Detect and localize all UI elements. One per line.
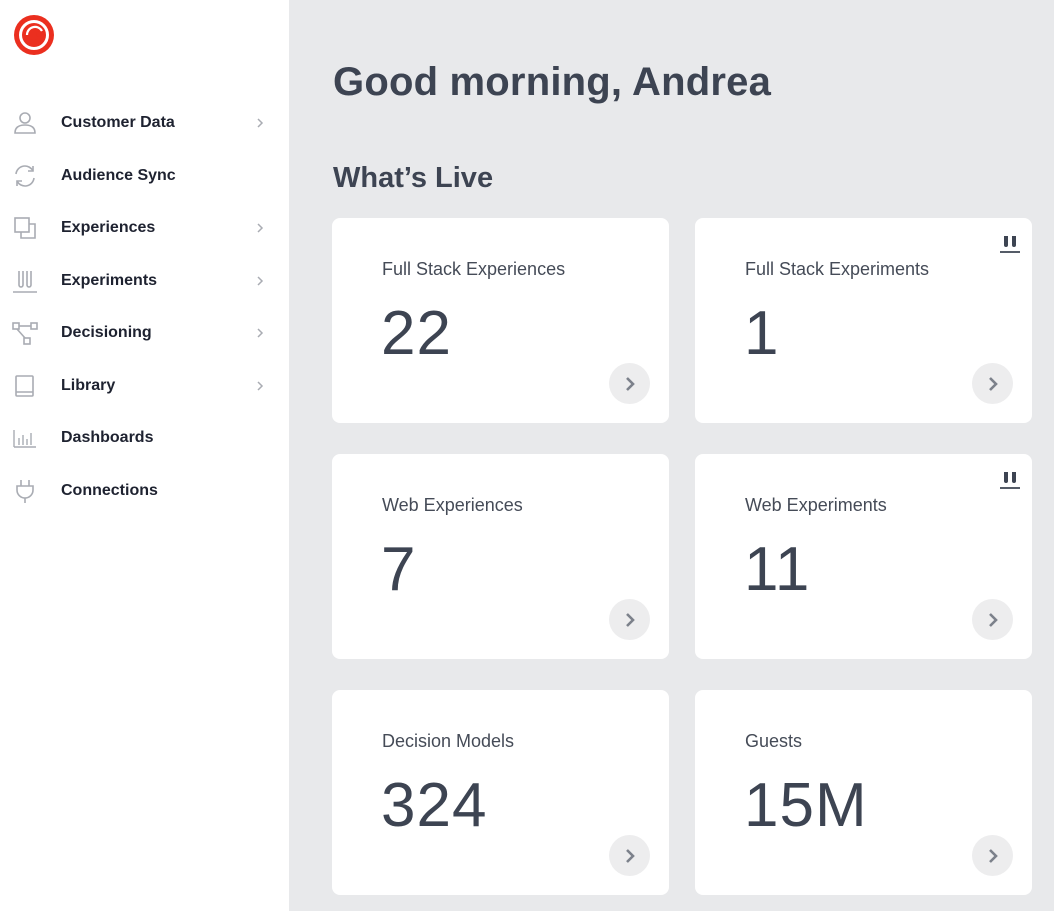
- card-arrow-button[interactable]: [609, 363, 650, 404]
- card-label: Web Experiments: [745, 495, 887, 515]
- sidebar-nav: Customer Data Audience Sync Experiences …: [0, 97, 289, 517]
- card-arrow-button[interactable]: [609, 599, 650, 640]
- card-decision-models[interactable]: Decision Models 324: [332, 690, 669, 895]
- sidebar-item-audience-sync[interactable]: Audience Sync: [0, 150, 289, 203]
- sidebar-item-label: Customer Data: [61, 114, 175, 132]
- chevron-right-icon: [988, 848, 998, 863]
- sidebar-item-label: Experiences: [61, 219, 156, 237]
- sidebar-item-customer-data[interactable]: Customer Data: [0, 97, 289, 150]
- card-arrow-button[interactable]: [972, 599, 1013, 640]
- plug-icon: [12, 478, 38, 504]
- sidebar-item-label: Connections: [61, 481, 158, 499]
- chevron-right-icon: [625, 848, 635, 863]
- sidebar-item-label: Audience Sync: [61, 166, 176, 184]
- card-guests[interactable]: Guests 15M: [695, 690, 1032, 895]
- card-label: Full Stack Experiments: [745, 259, 930, 279]
- bar-chart-icon: [12, 425, 38, 451]
- sidebar-item-label: Dashboards: [61, 429, 154, 447]
- card-full-stack-experiences[interactable]: Full Stack Experiences 22: [332, 218, 669, 423]
- page-title: Good morning, Andrea: [333, 60, 772, 104]
- chevron-right-icon: [988, 612, 998, 627]
- sidebar-item-label: Library: [61, 376, 116, 394]
- card-label: Guests: [745, 731, 803, 751]
- card-value: 324: [381, 771, 488, 840]
- sidebar-item-library[interactable]: Library: [0, 360, 289, 413]
- user-icon: [12, 110, 38, 136]
- card-value: 15M: [744, 771, 868, 840]
- main-content: Good morning, Andrea What’s Live Full St…: [289, 0, 1054, 911]
- card-arrow-button[interactable]: [609, 835, 650, 876]
- chevron-right-icon: [625, 612, 635, 627]
- card-label: Web Experiences: [382, 495, 523, 515]
- card-web-experiments[interactable]: Web Experiments 11: [695, 454, 1032, 659]
- flow-icon: [12, 320, 38, 346]
- card-full-stack-experiments[interactable]: Full Stack Experiments 1: [695, 218, 1032, 423]
- card-label: Full Stack Experiences: [382, 259, 566, 279]
- sync-icon: [12, 163, 38, 189]
- sidebar-item-label: Experiments: [61, 271, 158, 289]
- card-value: 7: [381, 535, 417, 604]
- sidebar-item-experiences[interactable]: Experiences: [0, 202, 289, 255]
- book-icon: [12, 373, 38, 399]
- sidebar-item-label: Decisioning: [61, 324, 152, 342]
- chevron-right-icon: [257, 328, 264, 338]
- card-arrow-button[interactable]: [972, 363, 1013, 404]
- sidebar: Customer Data Audience Sync Experiences …: [0, 0, 289, 911]
- chevron-right-icon: [257, 118, 264, 128]
- test-tubes-icon: [12, 268, 38, 294]
- card-value: 11: [744, 535, 811, 604]
- card-value: 22: [381, 299, 452, 368]
- sidebar-item-connections[interactable]: Connections: [0, 465, 289, 518]
- chevron-right-icon: [625, 376, 635, 391]
- chevron-right-icon: [988, 376, 998, 391]
- card-web-experiences[interactable]: Web Experiences 7: [332, 454, 669, 659]
- chevron-right-icon: [257, 223, 264, 233]
- card-label: Decision Models: [382, 731, 515, 751]
- card-value: 1: [744, 299, 780, 368]
- section-title: What’s Live: [333, 162, 494, 194]
- chevron-right-icon: [257, 381, 264, 391]
- sidebar-item-experiments[interactable]: Experiments: [0, 255, 289, 308]
- card-arrow-button[interactable]: [972, 835, 1013, 876]
- test-tubes-icon: [1000, 472, 1020, 489]
- test-tubes-icon: [1000, 236, 1020, 253]
- layers-icon: [12, 215, 38, 241]
- sidebar-item-dashboards[interactable]: Dashboards: [0, 412, 289, 465]
- sidebar-item-decisioning[interactable]: Decisioning: [0, 307, 289, 360]
- chevron-right-icon: [257, 276, 264, 286]
- sitecore-logo-icon[interactable]: [13, 14, 55, 56]
